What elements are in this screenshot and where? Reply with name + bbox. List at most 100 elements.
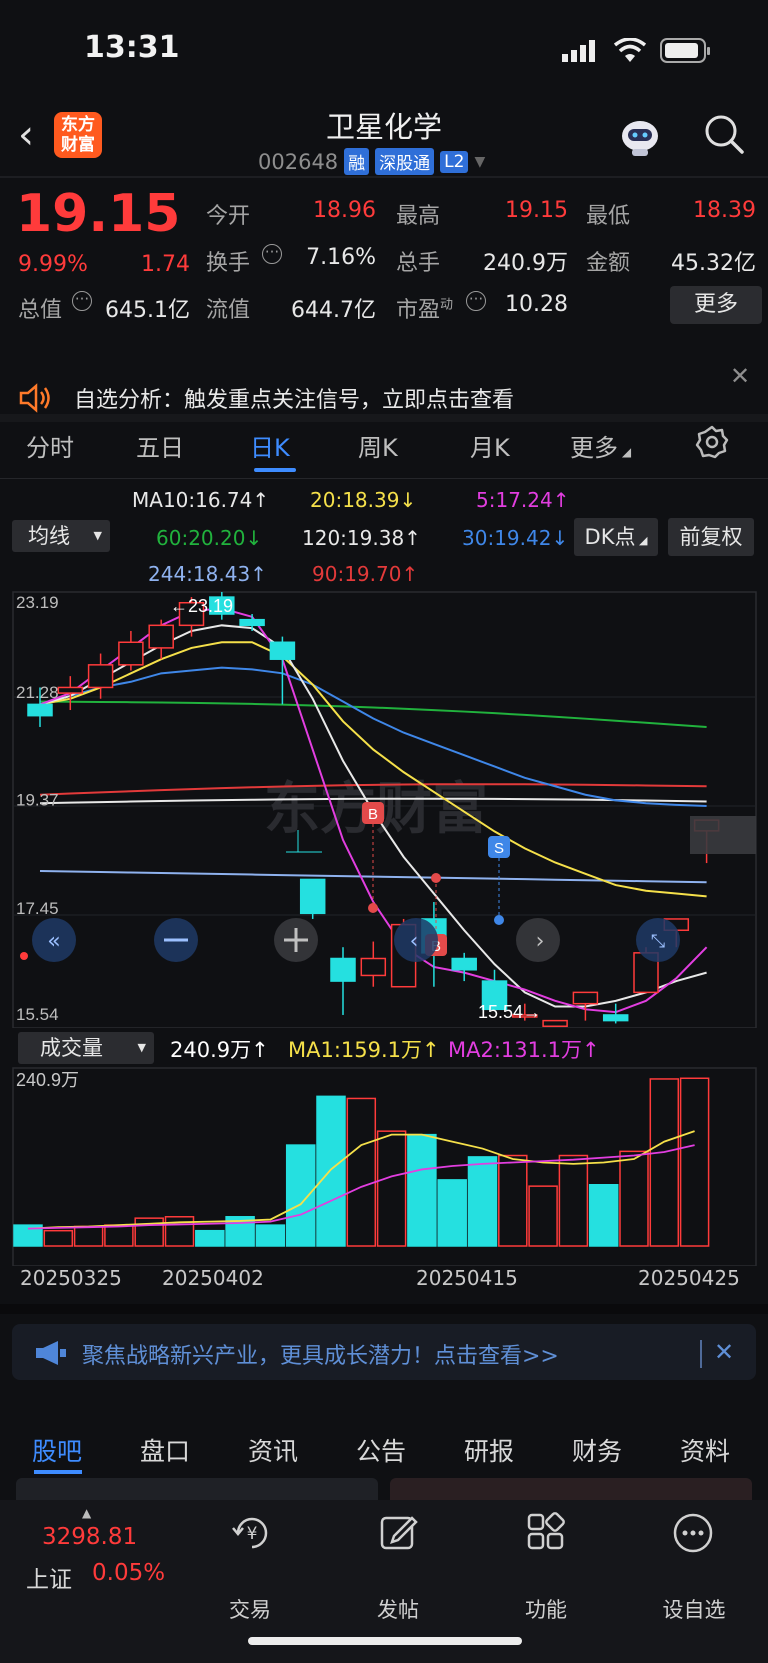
status-time: 13:31 <box>84 30 180 65</box>
expand-icon[interactable]: ▲ <box>82 1506 91 1520</box>
robot-assistant-icon[interactable] <box>618 116 662 158</box>
date-label: 20250415 <box>416 1266 518 1290</box>
tab-indicator <box>254 468 296 472</box>
volume-chart[interactable]: 240.9万 <box>0 1066 768 1266</box>
svg-text:‹: ‹ <box>410 929 419 954</box>
tab-intraday[interactable]: 分时 <box>26 428 74 463</box>
tab-research[interactable]: 研报 <box>464 1432 514 1468</box>
nav-function[interactable]: 功能 <box>496 1594 596 1624</box>
tab-day-k[interactable]: 日K <box>250 428 290 463</box>
volume-bar <box>619 1150 649 1247</box>
home-indicator <box>248 1637 522 1645</box>
tab-profile[interactable]: 资料 <box>680 1432 730 1468</box>
tab-five-day[interactable]: 五日 <box>136 428 184 463</box>
volume-bar <box>467 1156 498 1247</box>
svg-text:⤡: ⤡ <box>651 931 665 952</box>
search-icon[interactable] <box>702 112 746 156</box>
ma-select[interactable]: 均线 ▼ <box>12 520 110 552</box>
svg-text:B: B <box>368 806 378 823</box>
close-icon[interactable]: ✕ <box>730 362 750 390</box>
stock-code: 002648 <box>258 149 339 174</box>
volume-bar <box>346 1097 377 1247</box>
svg-text:¥: ¥ <box>247 1524 258 1544</box>
tag-connect: 深股通 <box>375 148 435 175</box>
dk-point-button[interactable]: DK点 ◢ <box>574 518 658 556</box>
stock-subtitle[interactable]: 002648 融 深股通 L2 ▼ <box>258 148 485 175</box>
wifi-icon <box>613 37 647 68</box>
notice-text[interactable]: 自选分析：触发重点关注信号，立即点击查看 <box>74 382 514 414</box>
chevron-down-icon: ▼ <box>474 153 486 170</box>
nav-post[interactable]: 发帖 <box>348 1594 448 1624</box>
y-tick-label: 19.37 <box>16 791 59 810</box>
volume-bar <box>649 1078 680 1247</box>
indicator-select[interactable]: 成交量 ▼ <box>18 1032 154 1064</box>
change-percent: 9.99% <box>18 252 88 277</box>
volume-label: 总手 <box>396 251 441 276</box>
y-tick-label: 15.54 <box>16 1005 59 1024</box>
high-value: 19.15 <box>505 198 568 223</box>
svg-text:«: « <box>47 929 60 954</box>
tab-week-k[interactable]: 周K <box>358 428 398 463</box>
battery-icon <box>660 38 712 68</box>
ma90-label: 90:19.70↑ <box>312 562 419 586</box>
volume-bar <box>588 1184 619 1247</box>
more-quote-button[interactable]: 更多 <box>670 286 762 324</box>
change-amount: 1.74 <box>141 252 190 277</box>
candle-body <box>299 878 326 915</box>
candle-body <box>87 664 114 689</box>
candle-body <box>360 957 387 977</box>
kline-chart[interactable]: 东方财富 23.1921.2819.3717.4515.54 ←23.19 15… <box>0 588 768 1028</box>
more-dots-icon[interactable] <box>672 1512 714 1558</box>
date-label: 20250425 <box>638 1266 740 1290</box>
gear-icon[interactable] <box>694 424 730 464</box>
mktcap-value: 645.1亿 <box>105 298 190 323</box>
tab-more[interactable]: 更多 ◢ <box>570 428 631 463</box>
nav-trade[interactable]: 交易 <box>200 1594 300 1624</box>
volume-bar <box>43 1229 74 1247</box>
candle-body <box>602 1014 629 1022</box>
ma60-line <box>39 700 707 728</box>
volume-bar <box>437 1179 467 1247</box>
grid-icon[interactable] <box>526 1512 566 1556</box>
volume-ma2: MA2:131.1万↑ <box>448 1038 600 1062</box>
amount-value: 45.32亿 <box>671 251 756 276</box>
compose-icon[interactable] <box>378 1512 420 1558</box>
volume-bar <box>498 1154 528 1247</box>
svg-text:›: › <box>536 929 545 954</box>
divider <box>700 1340 702 1368</box>
ma20-line <box>39 641 707 898</box>
volume-current: 240.9万↑ <box>170 1038 269 1062</box>
candle-body <box>451 957 477 971</box>
tab-announcement[interactable]: 公告 <box>356 1432 406 1468</box>
info-icon[interactable]: ··· <box>72 291 92 311</box>
current-price: 19.15 <box>16 184 181 244</box>
candle-body <box>27 703 53 717</box>
turnover-label: 换手 <box>206 251 251 276</box>
volume-bar <box>316 1095 346 1247</box>
volume-bar <box>558 1154 589 1247</box>
low-label: 最低 <box>586 204 631 229</box>
info-icon[interactable]: ··· <box>262 244 282 264</box>
ma120-label: 120:19.38↑ <box>302 526 421 550</box>
adjust-button[interactable]: 前复权 <box>668 518 754 556</box>
tab-finance[interactable]: 财务 <box>572 1432 622 1468</box>
tab-guba[interactable]: 股吧 <box>32 1432 82 1468</box>
candle-body <box>118 641 144 666</box>
info-icon[interactable]: ··· <box>466 291 486 311</box>
candle-body <box>239 618 265 627</box>
ma30-label: 30:19.42↓ <box>462 526 569 550</box>
close-icon[interactable]: ✕ <box>714 1338 734 1366</box>
volume-value: 240.9万 <box>483 251 568 276</box>
index-value[interactable]: 3298.81 <box>42 1524 137 1550</box>
index-name[interactable]: 上证 <box>26 1560 72 1594</box>
trade-icon[interactable]: ¥ <box>230 1512 274 1558</box>
nav-add-watch[interactable]: 设自选 <box>644 1594 744 1624</box>
tab-news[interactable]: 资讯 <box>248 1432 298 1468</box>
zoom-controls: « ‹ › ⤡ <box>32 918 680 962</box>
banner-text[interactable]: 聚焦战略新兴产业，更具成长潜力！点击查看>> <box>82 1338 559 1370</box>
divider <box>0 414 768 422</box>
ma20-label: 20:18.39↓ <box>310 488 417 512</box>
tab-pankou[interactable]: 盘口 <box>140 1432 190 1468</box>
index-pct[interactable]: 0.05% <box>92 1560 165 1586</box>
tab-month-k[interactable]: 月K <box>470 428 510 463</box>
